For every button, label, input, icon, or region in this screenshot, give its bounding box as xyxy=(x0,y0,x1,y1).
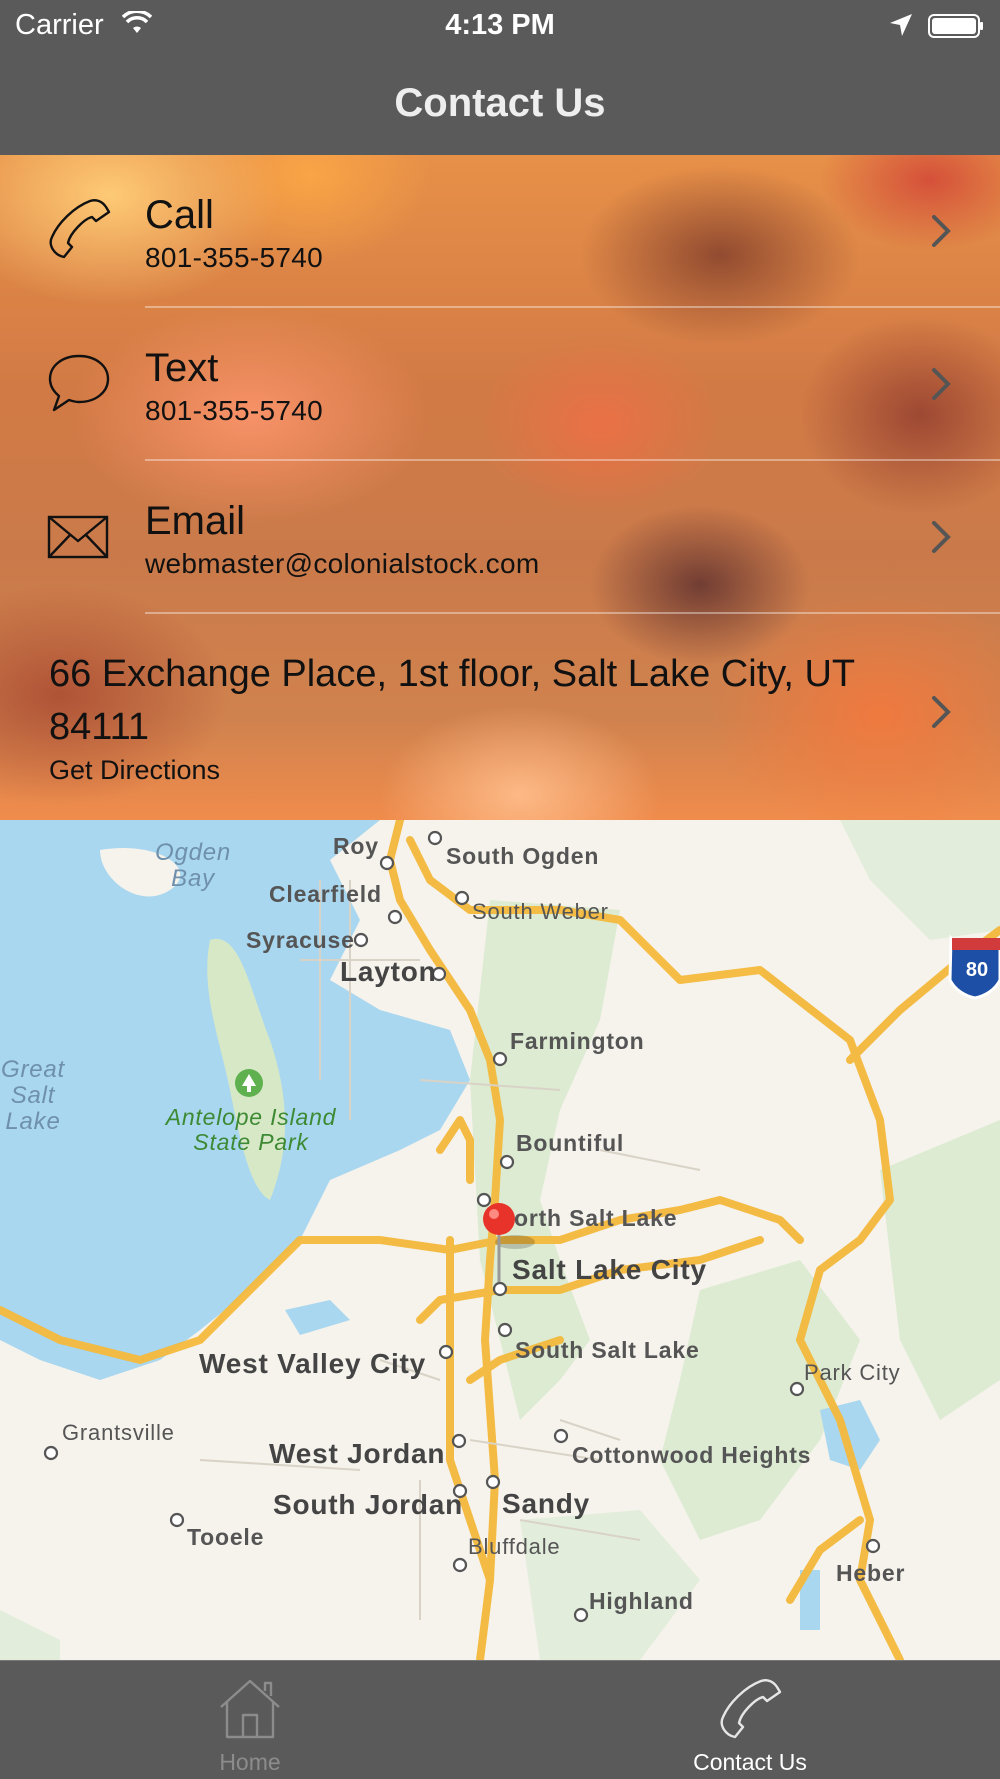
map-place-label: South Weber xyxy=(472,899,609,924)
map-place-label: Syracuse xyxy=(246,927,355,953)
map-place-label: South Salt Lake xyxy=(515,1337,700,1363)
map-place-label: South Jordan xyxy=(273,1489,464,1520)
navigation-bar: Contact Us xyxy=(0,50,1000,155)
call-number: 801-355-5740 xyxy=(145,242,323,273)
contact-panel: Call 801-355-5740 Text 801-355-5740 Emai… xyxy=(0,155,1000,820)
ogden-bay-label: Ogden Bay xyxy=(155,839,232,892)
tab-contact-label: Contact Us xyxy=(693,1749,807,1775)
map-place-label: Bountiful xyxy=(516,1130,625,1156)
chevron-right-icon xyxy=(930,517,954,557)
text-number: 801-355-5740 xyxy=(145,395,323,426)
interstate-number: 80 xyxy=(966,959,988,981)
map-place-label: Sandy xyxy=(502,1488,591,1519)
tab-home-label: Home xyxy=(219,1749,281,1775)
battery-icon xyxy=(928,13,984,38)
call-label: Call xyxy=(145,193,214,237)
envelope-icon xyxy=(46,503,112,569)
map-place-label: Layton xyxy=(340,956,437,987)
text-row[interactable]: Text 801-355-5740 xyxy=(0,308,1000,460)
chevron-right-icon xyxy=(930,211,954,251)
map-place-label: West Valley City xyxy=(199,1348,427,1379)
get-directions-label: Get Directions xyxy=(49,755,221,785)
map-place-label: Salt Lake City xyxy=(512,1254,707,1285)
email-label: Email xyxy=(145,499,246,543)
map-place-label: orth Salt Lake xyxy=(514,1205,678,1231)
interstate-shield: 80 xyxy=(948,934,1000,1000)
chevron-right-icon xyxy=(930,364,954,404)
call-row[interactable]: Call 801-355-5740 xyxy=(0,155,1000,307)
map-place-label: Park City xyxy=(804,1360,901,1385)
chat-bubble-icon xyxy=(46,350,112,416)
tab-contact-us[interactable]: Contact Us xyxy=(500,1661,1000,1779)
email-row[interactable]: Email webmaster@colonialstock.com xyxy=(0,461,1000,613)
map-place-label: South Ogden xyxy=(446,843,600,869)
map-place-label: Clearfield xyxy=(269,881,382,907)
location-arrow-icon xyxy=(888,12,914,46)
address-text: 66 Exchange Place, 1st floor, Salt Lake … xyxy=(49,653,855,748)
map-place-label: Farmington xyxy=(510,1028,645,1054)
chevron-right-icon xyxy=(930,692,954,732)
page-title: Contact Us xyxy=(394,81,606,125)
text-label: Text xyxy=(145,346,219,390)
map-place-label: Grantsville xyxy=(62,1420,175,1445)
map-place-label: West Jordan xyxy=(269,1438,446,1469)
location-map[interactable]: 80 Roy South Ogden Clearfield South Webe… xyxy=(0,820,1000,1660)
status-bar: Carrier 4:13 PM xyxy=(0,0,1000,50)
phone-icon xyxy=(715,1675,785,1741)
map-place-label: Heber xyxy=(836,1560,906,1586)
tab-bar: Home Contact Us xyxy=(0,1660,1000,1779)
house-icon xyxy=(215,1675,285,1741)
map-place-label: Tooele xyxy=(187,1524,265,1550)
tab-home[interactable]: Home xyxy=(0,1661,500,1779)
clock: 4:13 PM xyxy=(445,9,555,41)
map-place-label: Cottonwood Heights xyxy=(572,1442,812,1468)
map-place-label: Roy xyxy=(333,833,379,859)
map-place-label: Highland xyxy=(589,1588,694,1614)
email-address: webmaster@colonialstock.com xyxy=(145,548,540,579)
address-row[interactable]: 66 Exchange Place, 1st floor, Salt Lake … xyxy=(0,614,1000,820)
phone-icon xyxy=(46,197,112,263)
great-salt-lake-label: Great Salt Lake xyxy=(0,1056,66,1135)
map-place-label: Bluffdale xyxy=(468,1534,561,1559)
park-label: Antelope Island State Park xyxy=(165,1104,337,1155)
